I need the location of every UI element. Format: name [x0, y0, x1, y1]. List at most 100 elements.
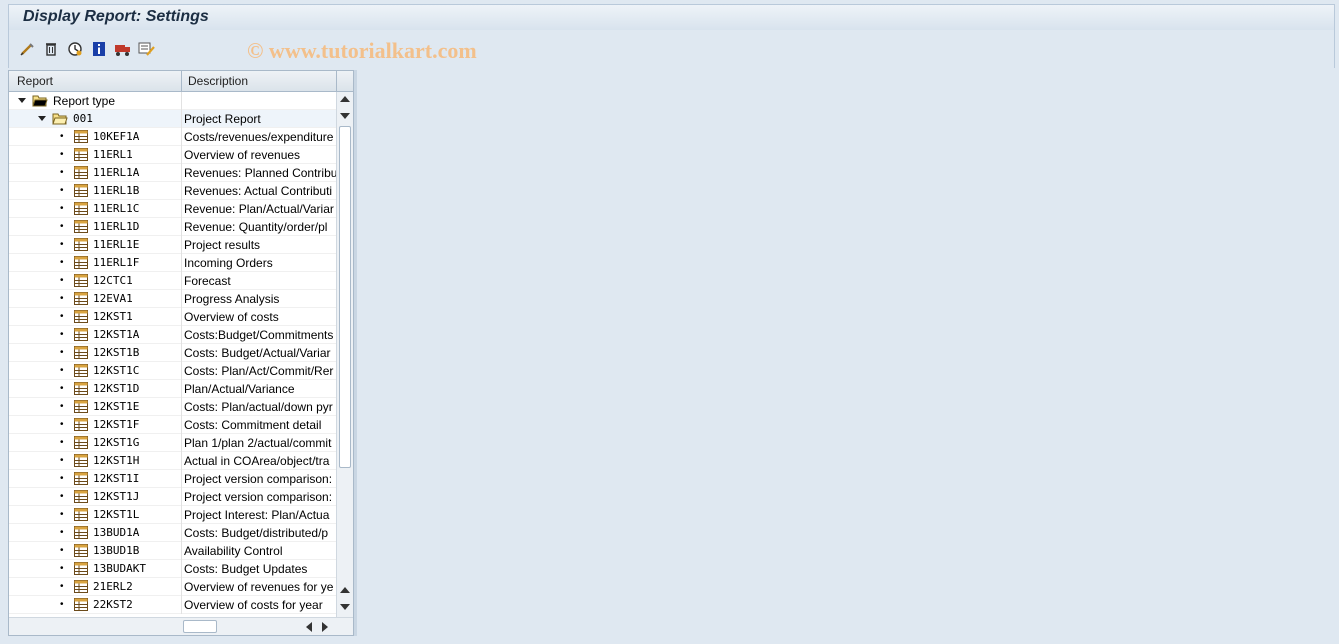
report-table-icon	[74, 436, 88, 449]
report-row[interactable]: • 12KST1B Costs: Budget/Actual/Variar	[9, 344, 337, 362]
tree-bullet: •	[60, 545, 64, 556]
row-divider	[181, 470, 182, 488]
report-name: 12KST1A	[93, 328, 140, 341]
report-row[interactable]: • 11ERL1 Overview of revenues	[9, 146, 337, 164]
report-description: Plan 1/plan 2/actual/commit	[184, 436, 332, 450]
report-table-icon	[74, 418, 88, 431]
report-table-icon	[74, 238, 88, 251]
header-report[interactable]: Report	[17, 74, 53, 88]
row-divider	[181, 524, 182, 542]
tree-bullet: •	[60, 473, 64, 484]
report-table-icon	[74, 364, 88, 377]
report-row[interactable]: • 11ERL1A Revenues: Planned Contribu	[9, 164, 337, 182]
report-row[interactable]: • 12KST1F Costs: Commitment detail	[9, 416, 337, 434]
info-icon[interactable]	[89, 39, 109, 59]
report-table-icon	[74, 328, 88, 341]
report-row[interactable]: • 12CTC1 Forecast	[9, 272, 337, 290]
tree-bullet: •	[60, 275, 64, 286]
row-divider	[181, 110, 182, 128]
row-divider	[181, 398, 182, 416]
delete-icon[interactable]	[41, 39, 61, 59]
report-row[interactable]: • 11ERL1E Project results	[9, 236, 337, 254]
report-name: 12CTC1	[93, 274, 133, 287]
tree-bullet: •	[60, 563, 64, 574]
row-divider	[181, 200, 182, 218]
report-row[interactable]: • 12KST1I Project version comparison:	[9, 470, 337, 488]
panel-splitter[interactable]	[354, 70, 357, 636]
report-row[interactable]: • 12KST1 Overview of costs	[9, 308, 337, 326]
report-row[interactable]: • 11ERL1D Revenue: Quantity/order/pl	[9, 218, 337, 236]
row-divider	[181, 308, 182, 326]
scroll-down-icon[interactable]	[340, 113, 350, 120]
execute-icon[interactable]	[65, 39, 85, 59]
report-description: Project version comparison:	[184, 490, 333, 504]
row-divider	[181, 560, 182, 578]
report-row[interactable]: • 11ERL1B Revenues: Actual Contributi	[9, 182, 337, 200]
row-divider	[181, 542, 182, 560]
report-row[interactable]: • 10KEF1A Costs/revenues/expenditure	[9, 128, 337, 146]
tree-node-root[interactable]: Report type	[9, 92, 337, 110]
tree-bullet: •	[60, 419, 64, 430]
report-name: 11ERL1	[93, 148, 133, 161]
tree-node-group[interactable]: 001 Project Report	[9, 110, 337, 128]
report-description: Costs:Budget/Commitments	[184, 328, 334, 342]
report-row[interactable]: • 12KST1D Plan/Actual/Variance	[9, 380, 337, 398]
report-name: 12KST1I	[93, 472, 140, 485]
scroll-down-icon[interactable]	[340, 604, 350, 611]
transport-icon[interactable]	[113, 39, 133, 59]
report-name: 22KST2	[93, 598, 133, 611]
report-name: 12EVA1	[93, 292, 133, 305]
report-description: Revenue: Quantity/order/pl	[184, 220, 328, 234]
hscroll-thumb[interactable]	[183, 620, 217, 633]
report-description: Costs/revenues/expenditure	[184, 130, 334, 144]
scroll-thumb[interactable]	[339, 126, 351, 468]
report-row[interactable]: • 11ERL1C Revenue: Plan/Actual/Variar	[9, 200, 337, 218]
report-row[interactable]: • 13BUDAKT Costs: Budget Updates	[9, 560, 337, 578]
report-name: 11ERL1E	[93, 238, 140, 251]
report-description: Project results	[184, 238, 261, 252]
scroll-up-icon[interactable]	[340, 96, 350, 103]
report-row[interactable]: • 12KST1A Costs:Budget/Commitments	[9, 326, 337, 344]
row-divider	[181, 164, 182, 182]
settings-icon[interactable]	[137, 39, 157, 59]
report-row[interactable]: • 13BUD1A Costs: Budget/distributed/p	[9, 524, 337, 542]
row-divider	[181, 434, 182, 452]
tree-bullet: •	[60, 221, 64, 232]
report-description: Project version comparison:	[184, 472, 333, 486]
report-row[interactable]: • 12EVA1 Progress Analysis	[9, 290, 337, 308]
tree-rows: Report type 001 Project Report • 10KEF1A C…	[9, 92, 337, 614]
report-table-icon	[74, 310, 88, 323]
expand-arrow-icon[interactable]	[38, 115, 46, 123]
horizontal-scrollbar[interactable]	[9, 617, 353, 635]
report-row[interactable]: • 12KST1J Project version comparison:	[9, 488, 337, 506]
report-row[interactable]: • 12KST1G Plan 1/plan 2/actual/commit	[9, 434, 337, 452]
report-row[interactable]: • 22KST2 Overview of costs for year	[9, 596, 337, 614]
row-divider	[181, 326, 182, 344]
report-row[interactable]: • 12KST1C Costs: Plan/Act/Commit/Rer	[9, 362, 337, 380]
scroll-up-icon[interactable]	[340, 587, 350, 594]
report-name: 13BUDAKT	[93, 562, 146, 575]
scroll-left-icon[interactable]	[306, 622, 313, 632]
tree-bullet: •	[60, 239, 64, 250]
report-name: 12KST1D	[93, 382, 140, 395]
report-table-icon	[74, 274, 88, 287]
tree-bullet: •	[60, 185, 64, 196]
expand-arrow-icon[interactable]	[18, 97, 26, 105]
report-row[interactable]: • 12KST1L Project Interest: Plan/Actua	[9, 506, 337, 524]
title-bar: Display Report: Settings	[8, 4, 1335, 30]
header-description[interactable]: Description	[188, 74, 248, 88]
vertical-scrollbar[interactable]	[336, 92, 353, 619]
report-description: Overview of costs for year	[184, 598, 323, 612]
report-description: Revenue: Plan/Actual/Variar	[184, 202, 334, 216]
report-row[interactable]: • 12KST1H Actual in COArea/object/tra	[9, 452, 337, 470]
report-row[interactable]: • 12KST1E Costs: Plan/actual/down pyr	[9, 398, 337, 416]
change-icon[interactable]	[17, 39, 37, 59]
row-divider	[181, 236, 182, 254]
report-row[interactable]: • 21ERL2 Overview of revenues for ye	[9, 578, 337, 596]
report-name: 12KST1F	[93, 418, 140, 431]
column-divider[interactable]	[181, 71, 182, 91]
report-row[interactable]: • 11ERL1F Incoming Orders	[9, 254, 337, 272]
scroll-right-icon[interactable]	[322, 622, 329, 632]
report-row[interactable]: • 13BUD1B Availability Control	[9, 542, 337, 560]
report-table-icon	[74, 472, 88, 485]
